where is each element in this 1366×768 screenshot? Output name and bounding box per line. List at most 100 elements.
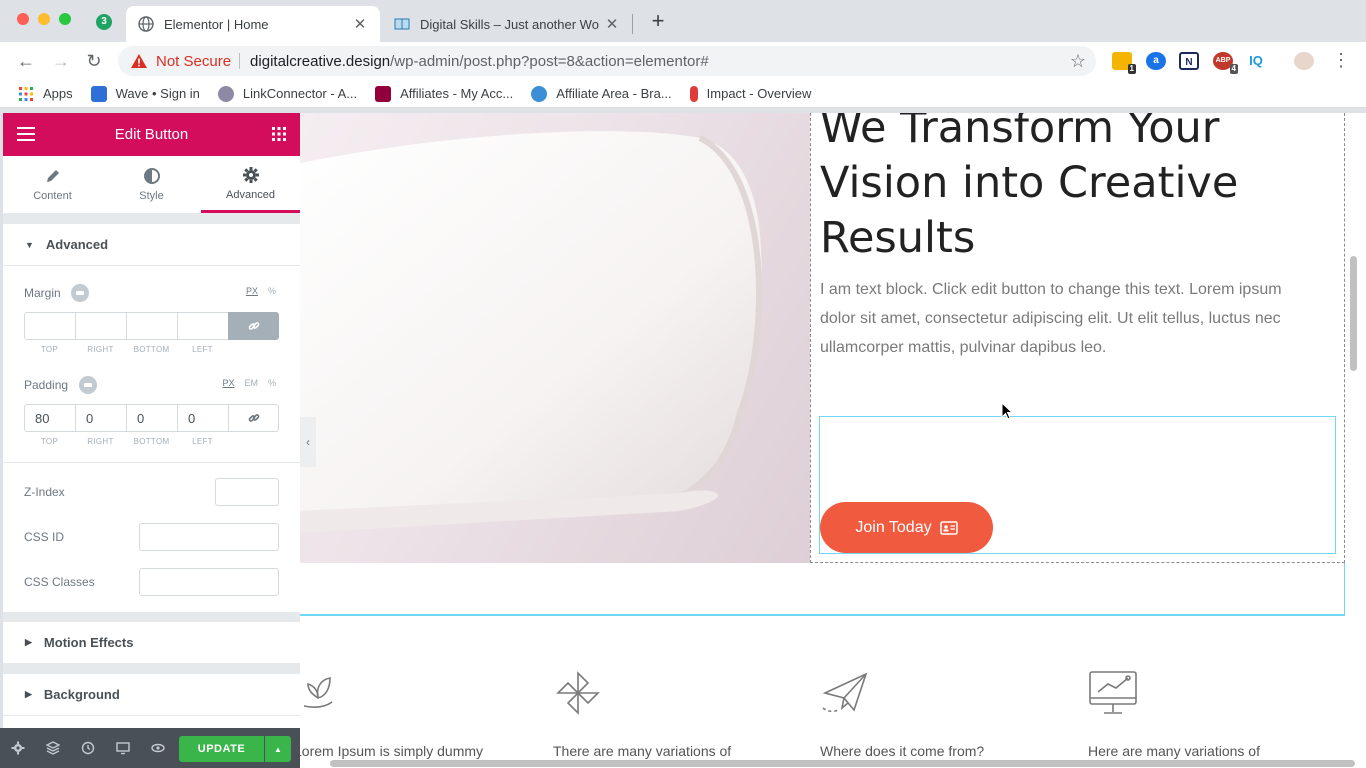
margin-bottom-input[interactable] — [126, 312, 177, 341]
reload-icon[interactable]: ↻ — [83, 50, 105, 72]
url-domain: digitalcreative.design — [250, 52, 391, 70]
adblock-extension-icon[interactable]: ABP 4 — [1213, 52, 1238, 74]
css-classes-label: CSS Classes — [24, 574, 95, 589]
responsive-mode-icon[interactable] — [105, 728, 140, 768]
browser-toolbar: ← → ↻ Not Secure digitalcreative.design … — [0, 42, 1366, 80]
padding-top-input[interactable]: 80 — [24, 404, 75, 433]
update-button[interactable]: UPDATE — [179, 736, 264, 762]
section-advanced-toggle[interactable]: ▼ Advanced — [3, 224, 300, 266]
css-id-input[interactable] — [139, 522, 279, 551]
a-extension-icon[interactable]: a — [1146, 52, 1166, 70]
forward-arrow-icon[interactable]: → — [50, 50, 72, 72]
bookmark-impact[interactable]: Impact - Overview — [689, 85, 811, 102]
side-label: RIGHT — [87, 345, 114, 355]
link-values-button[interactable] — [228, 312, 279, 341]
widgets-grid-icon[interactable] — [272, 127, 286, 141]
tab-style[interactable]: Style — [102, 156, 201, 213]
profile-avatar[interactable] — [1294, 52, 1314, 70]
bookmark-apps[interactable]: Apps — [18, 86, 73, 102]
heading-line: We Transform Your — [820, 113, 1220, 153]
responsive-icon[interactable] — [78, 376, 97, 395]
url-path: /wp-admin/post.php?post=8&action=element… — [390, 52, 709, 70]
bookmark-affiliate-area[interactable]: Affiliate Area - Bra... — [531, 85, 672, 102]
heading-line: Results — [820, 213, 976, 263]
css-classes-control: CSS Classes — [3, 559, 300, 604]
margin-inputs — [24, 312, 279, 341]
z-index-control: Z-Index — [3, 469, 300, 514]
feature-text: Where does it come from? — [820, 743, 985, 759]
editor-canvas: ‹ We Transform Your Vision into Creative… — [300, 113, 1366, 768]
browser-menu-icon[interactable]: ⋮ — [1332, 50, 1350, 71]
pinwheel-icon — [556, 671, 600, 715]
section-background-toggle[interactable]: ▶ Background — [3, 674, 300, 717]
horizontal-scrollbar[interactable] — [330, 760, 1355, 767]
new-tab-button[interactable]: + — [648, 10, 668, 32]
tab-label: Advanced — [226, 188, 275, 201]
padding-bottom-input[interactable]: 0 — [126, 404, 177, 433]
update-options-caret-icon[interactable]: ▲ — [265, 736, 291, 762]
n-extension-icon[interactable]: N — [1179, 52, 1199, 70]
unit-percent[interactable]: % — [268, 378, 276, 388]
tab-content[interactable]: Content — [3, 156, 102, 213]
padding-control: Padding PX EM % 80 0 0 0 TOP RIGHT BOTTO… — [3, 376, 300, 446]
address-bar[interactable]: Not Secure digitalcreative.design /wp-ad… — [118, 46, 1096, 76]
preview-eye-icon[interactable] — [140, 728, 175, 768]
unit-percent[interactable]: % — [268, 286, 276, 296]
settings-icon[interactable] — [0, 728, 35, 768]
pinned-tab[interactable]: 3 — [96, 14, 112, 30]
tab-label: Content — [33, 190, 72, 202]
unit-px[interactable]: PX — [222, 378, 234, 388]
unit-px[interactable]: PX — [246, 286, 258, 296]
section-title: Background — [43, 687, 120, 703]
margin-right-input[interactable] — [75, 312, 126, 341]
feature-text: There are many variations of — [553, 743, 732, 759]
side-label: TOP — [40, 437, 59, 447]
not-secure-label[interactable]: Not Secure — [156, 53, 231, 70]
hamburger-menu-icon[interactable] — [17, 127, 35, 141]
text-block: I am text block. Click edit button to ch… — [820, 281, 1282, 356]
link-values-button[interactable] — [228, 404, 279, 433]
bookmark-star-icon[interactable]: ☆ — [1070, 51, 1086, 72]
link-icon — [248, 414, 259, 423]
iq-extension-icon[interactable]: IQ — [1246, 52, 1266, 70]
tab-digital-skills[interactable]: Digital Skills – Just another Wo ✕ — [382, 6, 632, 42]
margin-top-input[interactable] — [24, 312, 75, 341]
window-minimize-button[interactable] — [38, 13, 50, 25]
affiliate-area-icon — [531, 85, 548, 102]
layers-icon[interactable] — [35, 728, 70, 768]
css-classes-input[interactable] — [139, 567, 279, 596]
bookmark-label: Wave • Sign in — [115, 86, 200, 101]
warning-icon — [131, 54, 147, 68]
tab-close-icon[interactable]: ✕ — [604, 15, 620, 33]
gear-icon — [242, 166, 259, 183]
margin-left-input[interactable] — [177, 312, 228, 341]
back-arrow-icon[interactable]: ← — [15, 50, 37, 72]
z-index-input[interactable] — [215, 477, 279, 506]
bookmark-linkconnector[interactable]: LinkConnector - A... — [217, 85, 357, 102]
join-today-button[interactable]: Join Today — [820, 502, 993, 553]
history-icon[interactable] — [70, 728, 105, 768]
unit-em[interactable]: EM — [244, 378, 258, 388]
margin-units: PX % — [246, 286, 276, 296]
bookmark-label: Affiliates - My Acc... — [400, 86, 514, 101]
tab-elementor-home[interactable]: Elementor | Home ✕ — [126, 6, 380, 42]
tab-close-icon[interactable]: ✕ — [352, 15, 368, 33]
window-close-button[interactable] — [17, 13, 29, 25]
notes-extension-icon[interactable]: 1 — [1112, 52, 1136, 74]
bookmark-affiliates[interactable]: Affiliates - My Acc... — [375, 85, 514, 102]
section-motion-effects-toggle[interactable]: ▶ Motion Effects — [3, 622, 300, 665]
linkconnector-icon — [217, 85, 234, 102]
padding-right-input[interactable]: 0 — [75, 404, 126, 433]
side-label: LEFT — [192, 345, 213, 355]
responsive-icon[interactable] — [71, 284, 90, 302]
vertical-scrollbar[interactable] — [1350, 256, 1357, 371]
padding-left-input[interactable]: 0 — [177, 404, 228, 433]
window-maximize-button[interactable] — [59, 13, 71, 25]
bookmark-label: Apps — [43, 86, 73, 101]
panel-collapse-button[interactable]: ‹ — [300, 417, 316, 467]
book-icon — [394, 18, 410, 30]
browser-tab-bar: 3 Elementor | Home ✕ Digital Skills – Ju… — [0, 0, 1366, 42]
tab-advanced[interactable]: Advanced — [201, 156, 300, 213]
bookmark-wave[interactable]: Wave • Sign in — [90, 85, 200, 102]
z-index-label: Z-Index — [24, 484, 65, 499]
